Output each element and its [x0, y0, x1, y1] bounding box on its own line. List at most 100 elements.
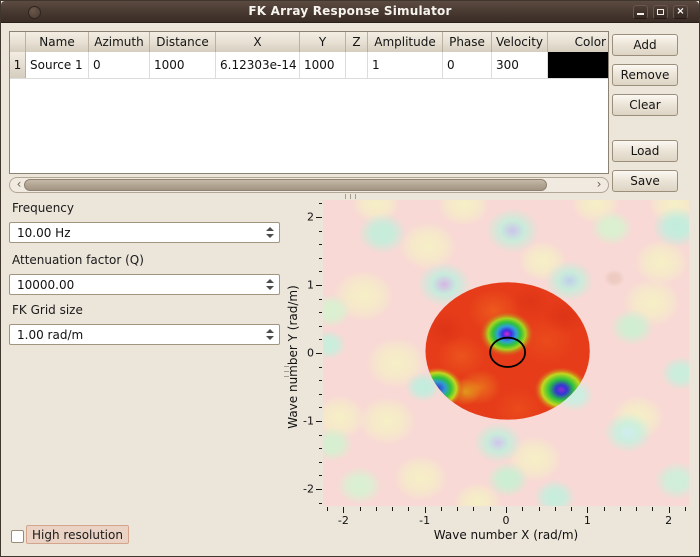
y-tick-label: 2 — [307, 211, 314, 224]
window-title: FK Array Response Simulator — [1, 4, 699, 18]
spin-down-icon[interactable] — [266, 336, 274, 340]
frequency-spin-arrows[interactable] — [261, 223, 279, 242]
x-tick — [343, 507, 344, 513]
x-tick-label: 0 — [503, 514, 510, 527]
cell-z[interactable] — [346, 52, 368, 78]
titlebar[interactable]: FK Array Response Simulator × — [1, 1, 699, 23]
clear-button[interactable]: Clear — [612, 94, 678, 116]
spin-up-icon[interactable] — [266, 279, 274, 283]
x-tick — [473, 507, 474, 511]
fk-grid-label: FK Grid size — [12, 303, 83, 317]
high-resolution-label: High resolution — [32, 528, 123, 542]
y-tick — [319, 448, 323, 449]
cell-name[interactable]: Source 1 — [26, 52, 89, 78]
fk-grid-spin-arrows[interactable] — [261, 325, 279, 344]
remove-button[interactable]: Remove — [612, 64, 678, 86]
x-tick-label: -2 — [338, 514, 349, 527]
minimize-button[interactable] — [633, 5, 648, 19]
cell-velocity[interactable]: 300 — [492, 52, 548, 78]
y-tick — [316, 353, 322, 354]
x-tick — [685, 507, 686, 511]
close-button[interactable]: × — [673, 5, 688, 19]
spin-up-icon[interactable] — [266, 227, 274, 231]
y-tick — [319, 380, 323, 381]
y-tick — [319, 203, 323, 204]
col-header-x[interactable]: X — [216, 32, 300, 52]
x-tick — [425, 507, 426, 513]
cell-phase[interactable]: 0 — [443, 52, 492, 78]
add-button[interactable]: Add — [612, 34, 678, 56]
cell-azimuth[interactable]: 0 — [89, 52, 150, 78]
fk-heatmap-canvas — [323, 200, 689, 506]
col-header-color[interactable]: Color — [548, 32, 608, 52]
attenuation-value[interactable]: 10000.00 — [17, 278, 74, 292]
attenuation-spin-arrows[interactable] — [261, 275, 279, 294]
x-axis-label: Wave number X (rad/m) — [434, 528, 578, 542]
x-tick — [441, 507, 442, 511]
fk-grid-spinbox[interactable]: 1.00 rad/m — [9, 324, 280, 345]
x-tick — [571, 507, 572, 511]
y-tick — [319, 367, 323, 368]
maximize-button[interactable] — [653, 5, 668, 19]
table-header-row: Name Azimuth Distance X Y Z Amplitude Ph… — [10, 32, 608, 52]
y-tick — [319, 407, 323, 408]
fk-grid-value[interactable]: 1.00 rad/m — [17, 328, 83, 342]
splitter-horizontal[interactable] — [345, 194, 359, 199]
y-tick — [316, 489, 322, 490]
attenuation-label: Attenuation factor (Q) — [12, 253, 144, 267]
col-header-z[interactable]: Z — [346, 32, 368, 52]
y-tick — [319, 503, 323, 504]
cell-distance[interactable]: 1000 — [150, 52, 216, 78]
cell-color[interactable] — [548, 52, 608, 78]
y-tick-label: -1 — [303, 415, 314, 428]
x-tick-label: 2 — [665, 514, 672, 527]
sources-table: Name Azimuth Distance X Y Z Amplitude Ph… — [9, 31, 609, 174]
x-tick — [506, 507, 507, 513]
spin-down-icon[interactable] — [266, 234, 274, 238]
cell-y[interactable]: 1000 — [300, 52, 346, 78]
table-row: 1 Source 1 0 1000 6.12303e-14 1000 1 0 3… — [10, 52, 608, 79]
y-tick — [316, 421, 322, 422]
spin-down-icon[interactable] — [266, 286, 274, 290]
y-tick — [319, 312, 323, 313]
col-header-name[interactable]: Name — [26, 32, 89, 52]
col-header-amplitude[interactable]: Amplitude — [368, 32, 443, 52]
app-window: FK Array Response Simulator × Name Azimu… — [0, 0, 700, 557]
load-button[interactable]: Load — [612, 140, 678, 162]
minimize-icon — [637, 13, 644, 15]
color-swatch — [548, 52, 608, 78]
x-tick — [604, 507, 605, 511]
save-button[interactable]: Save — [612, 170, 678, 192]
table-hscrollbar[interactable]: ‹ › — [9, 177, 609, 193]
y-tick — [319, 475, 323, 476]
frequency-spinbox[interactable]: 10.00 Hz — [9, 222, 280, 243]
y-tick — [319, 326, 323, 327]
cell-x[interactable]: 6.12303e-14 — [216, 52, 300, 78]
y-tick — [319, 462, 323, 463]
high-resolution-checkbox[interactable] — [11, 530, 24, 543]
x-tick-label: 1 — [584, 514, 591, 527]
attenuation-spinbox[interactable]: 10000.00 — [9, 274, 280, 295]
spin-up-icon[interactable] — [266, 329, 274, 333]
y-tick — [319, 435, 323, 436]
cell-amplitude[interactable]: 1 — [368, 52, 443, 78]
y-tick-label: 1 — [307, 279, 314, 292]
col-header-y[interactable]: Y — [300, 32, 346, 52]
y-tick — [319, 271, 323, 272]
scrollbar-thumb[interactable] — [24, 179, 547, 191]
col-header-azimuth[interactable]: Azimuth — [89, 32, 150, 52]
y-tick — [319, 244, 323, 245]
col-header-velocity[interactable]: Velocity — [492, 32, 548, 52]
x-tick — [392, 507, 393, 511]
scroll-right-icon[interactable]: › — [592, 178, 606, 192]
frequency-value[interactable]: 10.00 Hz — [17, 226, 71, 240]
col-header-phase[interactable]: Phase — [443, 32, 492, 52]
high-resolution-label-box[interactable]: High resolution — [26, 525, 129, 544]
row-number[interactable]: 1 — [10, 52, 26, 78]
x-tick — [457, 507, 458, 511]
y-tick — [319, 339, 323, 340]
y-tick — [316, 285, 322, 286]
x-tick — [652, 507, 653, 511]
x-tick — [376, 507, 377, 511]
col-header-distance[interactable]: Distance — [150, 32, 216, 52]
